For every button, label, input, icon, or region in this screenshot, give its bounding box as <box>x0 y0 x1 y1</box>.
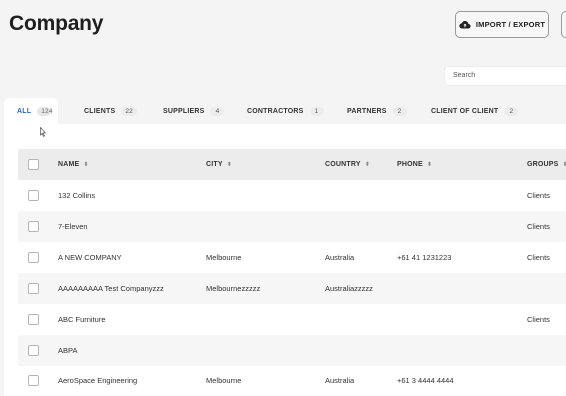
column-header-name[interactable]: NAME ⬍ <box>58 149 89 180</box>
row-checkbox[interactable] <box>28 252 39 263</box>
cell-name: ABC Furniture <box>58 315 106 324</box>
cell-groups: Clients <box>527 315 550 324</box>
tab-suppliers[interactable]: SUPPLIERS 4 <box>163 98 225 124</box>
tab-clients[interactable]: CLIENTS 22 <box>84 98 137 124</box>
search-input[interactable]: Search <box>444 66 566 86</box>
row-checkbox[interactable] <box>28 345 39 356</box>
cell-name: 132 Collins <box>58 191 96 200</box>
sort-icon: ⬍ <box>364 162 370 168</box>
import-export-label: IMPORT / EXPORT <box>475 20 546 29</box>
cell-city: Melbourne <box>206 376 242 385</box>
table-header: NAME ⬍ CITY ⬍ COUNTRY ⬍ PHONE ⬍ GROUPS ⬍ <box>18 149 566 180</box>
column-label: CITY <box>206 161 223 168</box>
table-row[interactable]: ABPA <box>18 335 566 366</box>
sort-icon: ⬍ <box>562 162 566 168</box>
cell-country: Australiazzzzz <box>325 284 373 293</box>
tab-count: 4 <box>210 106 225 116</box>
cell-name: A NEW COMPANY <box>58 253 122 262</box>
tab-label: SUPPLIERS <box>163 107 205 115</box>
column-label: GROUPS <box>527 161 559 168</box>
cell-name: ABPA <box>58 346 78 355</box>
column-header-city[interactable]: CITY ⬍ <box>206 149 232 180</box>
table-row[interactable]: A NEW COMPANY Melbourne Australia +61 41… <box>18 242 566 273</box>
tab-count: 2 <box>504 106 519 116</box>
table-row[interactable]: AAAAAAAAA Test Companyzzz Melbournezzzzz… <box>18 273 566 304</box>
cell-name: AAAAAAAAA Test Companyzzz <box>58 284 164 293</box>
tab-label: CONTRACTORS <box>247 107 304 115</box>
tab-contractors[interactable]: CONTRACTORS 1 <box>247 98 324 124</box>
cell-name: AeroSpace Engineering <box>58 376 138 385</box>
more-actions-button[interactable] <box>561 11 566 38</box>
row-checkbox[interactable] <box>28 221 39 232</box>
cell-country: Australia <box>325 376 355 385</box>
tab-label: CLIENTS <box>84 107 116 115</box>
cloud-upload-icon <box>459 21 471 29</box>
cell-name: 7-Eleven <box>58 222 88 231</box>
tab-count: 1 <box>309 106 324 116</box>
column-label: PHONE <box>397 161 423 168</box>
sort-icon: ⬍ <box>83 162 89 168</box>
row-checkbox[interactable] <box>28 314 39 325</box>
company-tabs: ALL 124 CLIENTS 22 SUPPLIERS 4 CONTRACTO… <box>4 98 566 124</box>
tab-client-of-client[interactable]: CLIENT OF CLIENT 2 <box>431 98 519 124</box>
cell-city: Melbourne <box>206 253 242 262</box>
row-checkbox[interactable] <box>28 375 39 386</box>
tab-count: 124 <box>37 106 52 116</box>
table-row[interactable]: 132 Collins Clients <box>18 180 566 211</box>
cell-city: Melbournezzzzz <box>206 284 261 293</box>
select-all-checkbox[interactable] <box>28 159 39 170</box>
column-header-country[interactable]: COUNTRY ⬍ <box>325 149 370 180</box>
cell-groups: Clients <box>527 253 550 262</box>
tab-label: PARTNERS <box>347 107 387 115</box>
cell-phone: +61 41 1231223 <box>397 253 452 262</box>
mouse-cursor-icon <box>40 127 46 137</box>
cell-groups: Clients <box>527 191 550 200</box>
sort-icon: ⬍ <box>426 162 433 168</box>
tab-partners[interactable]: PARTNERS 2 <box>347 98 407 124</box>
row-checkbox[interactable] <box>28 283 39 294</box>
table-row[interactable]: AeroSpace Engineering Melbourne Australi… <box>18 365 566 396</box>
tab-count: 2 <box>392 106 407 116</box>
table-row[interactable]: 7-Eleven Clients <box>18 211 566 242</box>
column-header-groups[interactable]: GROUPS ⬍ <box>527 149 566 180</box>
tab-label: ALL <box>17 107 32 115</box>
column-header-phone[interactable]: PHONE ⬍ <box>397 149 432 180</box>
tab-count: 22 <box>121 106 137 116</box>
table-row[interactable]: ABC Furniture Clients <box>18 304 566 335</box>
row-checkbox[interactable] <box>28 190 39 201</box>
page-title: Company <box>9 12 104 35</box>
tab-all[interactable]: ALL 124 <box>4 98 58 124</box>
import-export-button[interactable]: IMPORT / EXPORT <box>455 11 549 38</box>
cell-country: Australia <box>325 253 355 262</box>
cell-groups: Clients <box>527 222 550 231</box>
column-label: NAME <box>58 161 80 168</box>
sort-icon: ⬍ <box>226 162 232 168</box>
tab-label: CLIENT OF CLIENT <box>431 107 499 115</box>
column-label: COUNTRY <box>325 161 361 168</box>
cell-phone: +61 3 4444 4444 <box>397 376 454 385</box>
